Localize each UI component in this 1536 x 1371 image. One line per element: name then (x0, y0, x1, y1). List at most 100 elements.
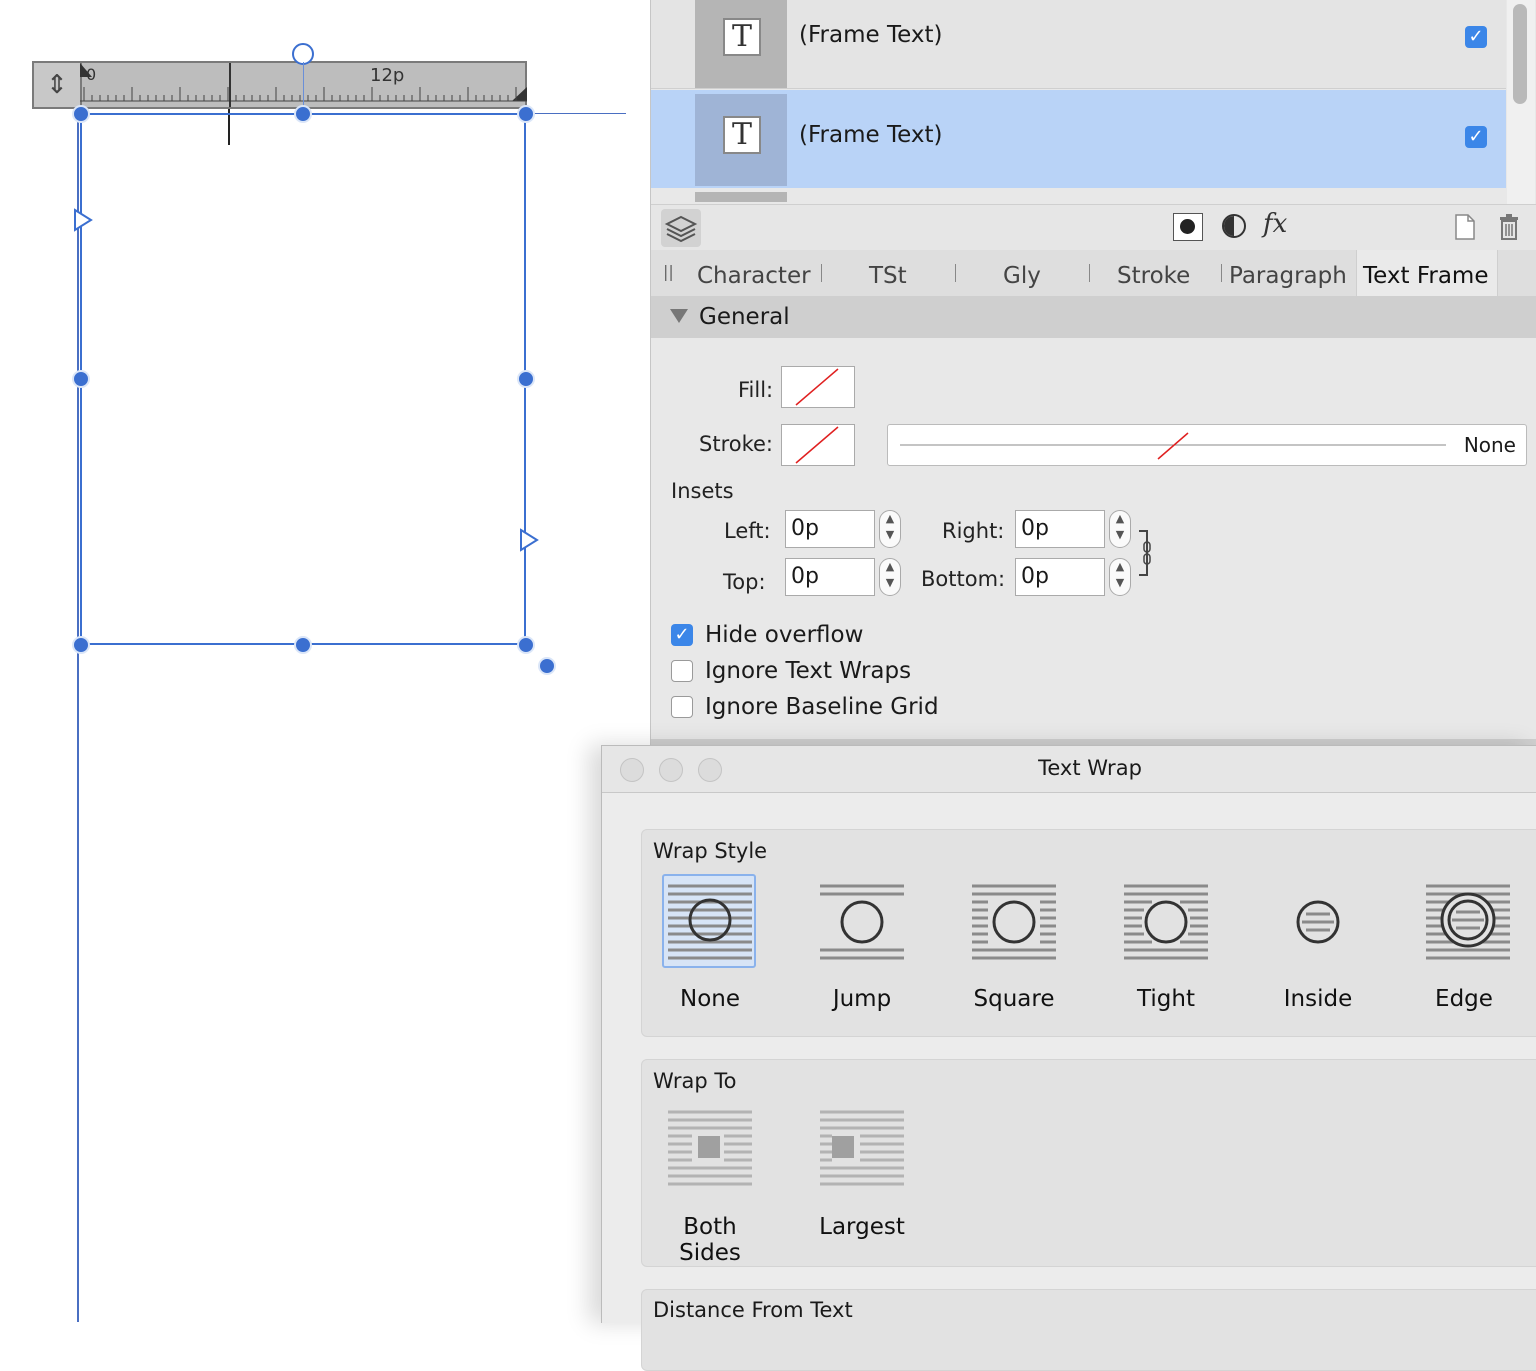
inset-bottom-stepper[interactable]: ▲ ▼ (1109, 558, 1131, 596)
wrap-both-sides-label[interactable]: Both Sides (650, 1214, 770, 1266)
layer-name: (Frame Text) (799, 22, 943, 48)
handle-middle-right[interactable] (517, 370, 535, 388)
wrap-square-label[interactable]: Square (954, 986, 1074, 1012)
inset-right-stepper[interactable]: ▲ ▼ (1109, 510, 1131, 548)
fx-icon[interactable]: fx (1263, 209, 1287, 239)
new-page-icon[interactable] (1453, 213, 1477, 241)
handle-middle-left[interactable] (72, 370, 90, 388)
tab-glyphs[interactable]: Gly (1003, 252, 1041, 296)
wrap-inside-label[interactable]: Inside (1258, 986, 1378, 1012)
handle-scale[interactable] (538, 657, 556, 675)
vertical-guide (77, 110, 79, 1322)
distance-from-text-group: Distance From Text (641, 1289, 1536, 1371)
layers-scrollbar[interactable] (1507, 0, 1535, 204)
wrap-edge-icon[interactable] (1422, 876, 1514, 968)
wrap-tight-icon[interactable] (1120, 876, 1212, 968)
wrap-largest-icon[interactable] (816, 1104, 908, 1196)
frame-ruler[interactable]: ⇕ 0 12p (32, 61, 527, 109)
wrap-edge-label[interactable]: Edge (1404, 986, 1524, 1012)
ignore-baseline-grid-label: Ignore Baseline Grid (705, 694, 939, 720)
trash-icon[interactable] (1497, 213, 1521, 241)
wrap-style-title: Wrap Style (653, 839, 768, 863)
layer-row-selected[interactable]: T (Frame Text) ✓ (651, 90, 1506, 188)
insets-label: Insets (671, 479, 734, 503)
inset-left-label: Left: (724, 519, 771, 543)
wrap-none-label[interactable]: None (650, 986, 770, 1012)
wrap-jump-icon[interactable] (816, 876, 908, 968)
tab-text-frame[interactable]: Text Frame (1363, 252, 1489, 296)
distance-from-text-title: Distance From Text (653, 1298, 853, 1322)
wrap-square-icon[interactable] (968, 876, 1060, 968)
handle-top-right[interactable] (517, 105, 535, 123)
adjustment-icon[interactable] (1222, 214, 1246, 238)
wrap-largest-label[interactable]: Largest (802, 1214, 922, 1240)
fill-swatch[interactable] (781, 366, 855, 408)
layer-visibility-checkbox[interactable]: ✓ (1465, 26, 1487, 48)
stroke-label: Stroke: (699, 432, 773, 456)
stroke-style-preview (900, 432, 1446, 460)
wrap-tight-label[interactable]: Tight (1106, 986, 1226, 1012)
mask-icon[interactable] (1173, 213, 1203, 241)
ruler-label: 12p (370, 65, 405, 86)
hide-overflow-checkbox[interactable]: ✓ (671, 624, 693, 646)
tab-stroke[interactable]: Stroke (1117, 252, 1190, 296)
text-frame-icon: T (723, 116, 761, 154)
ignore-text-wraps-checkbox[interactable] (671, 660, 693, 682)
layer-thumbnail-partial (695, 192, 787, 202)
inset-left-stepper[interactable]: ▲ ▼ (879, 510, 901, 548)
tab-separator (1221, 264, 1222, 282)
text-flow-in-icon[interactable] (72, 208, 94, 232)
inset-left-field[interactable]: 0p (785, 510, 875, 548)
tab-paragraph[interactable]: Paragraph (1229, 252, 1347, 296)
vertical-resize-icon[interactable]: ⇕ (34, 63, 82, 107)
ignore-baseline-grid-checkbox[interactable] (671, 696, 693, 718)
document-canvas[interactable]: ⇕ 0 12p (0, 0, 650, 1322)
tab-separator (821, 264, 822, 282)
window-title: Text Wrap (1038, 756, 1142, 780)
inset-right-label: Right: (942, 519, 1005, 543)
wrap-style-group: Wrap Style None Jump Square Tight Inside… (641, 829, 1536, 1037)
inset-top-field[interactable]: 0p (785, 558, 875, 596)
stroke-style-selector[interactable]: None (887, 424, 1527, 466)
handle-top-left[interactable] (72, 105, 90, 123)
studio-panel: T (Frame Text) ✓ T (Frame Text) ✓ fx || … (650, 0, 1536, 745)
inset-bottom-label: Bottom: (921, 567, 1006, 591)
handle-top-center[interactable] (294, 105, 312, 123)
layer-name: (Frame Text) (799, 122, 943, 148)
wrap-inside-icon[interactable] (1272, 876, 1364, 968)
text-wrap-window: Text Wrap Wrap Style None Jump Square Ti… (601, 745, 1536, 1371)
handle-bottom-left[interactable] (72, 636, 90, 654)
layer-visibility-checkbox[interactable]: ✓ (1465, 126, 1487, 148)
general-section-header[interactable]: General (651, 296, 1536, 338)
tab-character[interactable]: Character (697, 252, 811, 296)
link-insets-icon[interactable] (1137, 528, 1157, 578)
text-frame-icon: T (723, 18, 761, 56)
layer-thumbnail: T (695, 94, 787, 186)
window-titlebar[interactable]: Text Wrap (602, 746, 1536, 793)
text-frame[interactable] (80, 113, 526, 645)
disclosure-triangle-icon[interactable] (669, 308, 689, 324)
panel-grip-icon[interactable]: || (663, 262, 674, 281)
layers-toolbar: fx (651, 204, 1536, 251)
scrollbar-thumb[interactable] (1513, 4, 1527, 104)
tab-separator (1089, 264, 1090, 282)
wrap-none-icon[interactable] (664, 876, 756, 968)
tab-separator (955, 264, 956, 282)
text-flow-out-icon[interactable] (518, 528, 540, 552)
stroke-swatch[interactable] (781, 424, 855, 466)
layer-row[interactable]: T (Frame Text) ✓ (651, 0, 1506, 89)
wrap-both-sides-icon[interactable] (664, 1104, 756, 1196)
inset-bottom-field[interactable]: 0p (1015, 558, 1105, 596)
layer-thumbnail: T (695, 0, 787, 88)
stroke-style-value: None (1463, 433, 1516, 457)
handle-bottom-center[interactable] (294, 636, 312, 654)
layers-icon[interactable] (661, 209, 701, 247)
wrap-to-group: Wrap To Both Sides Largest (641, 1059, 1536, 1267)
tab-text-styles[interactable]: TSt (869, 252, 907, 296)
handle-bottom-right[interactable] (517, 636, 535, 654)
hide-overflow-label: Hide overflow (705, 622, 864, 648)
inset-top-stepper[interactable]: ▲ ▼ (879, 558, 901, 596)
wrap-jump-label[interactable]: Jump (802, 986, 922, 1012)
inset-right-field[interactable]: 0p (1015, 510, 1105, 548)
wrap-to-title: Wrap To (653, 1069, 737, 1093)
